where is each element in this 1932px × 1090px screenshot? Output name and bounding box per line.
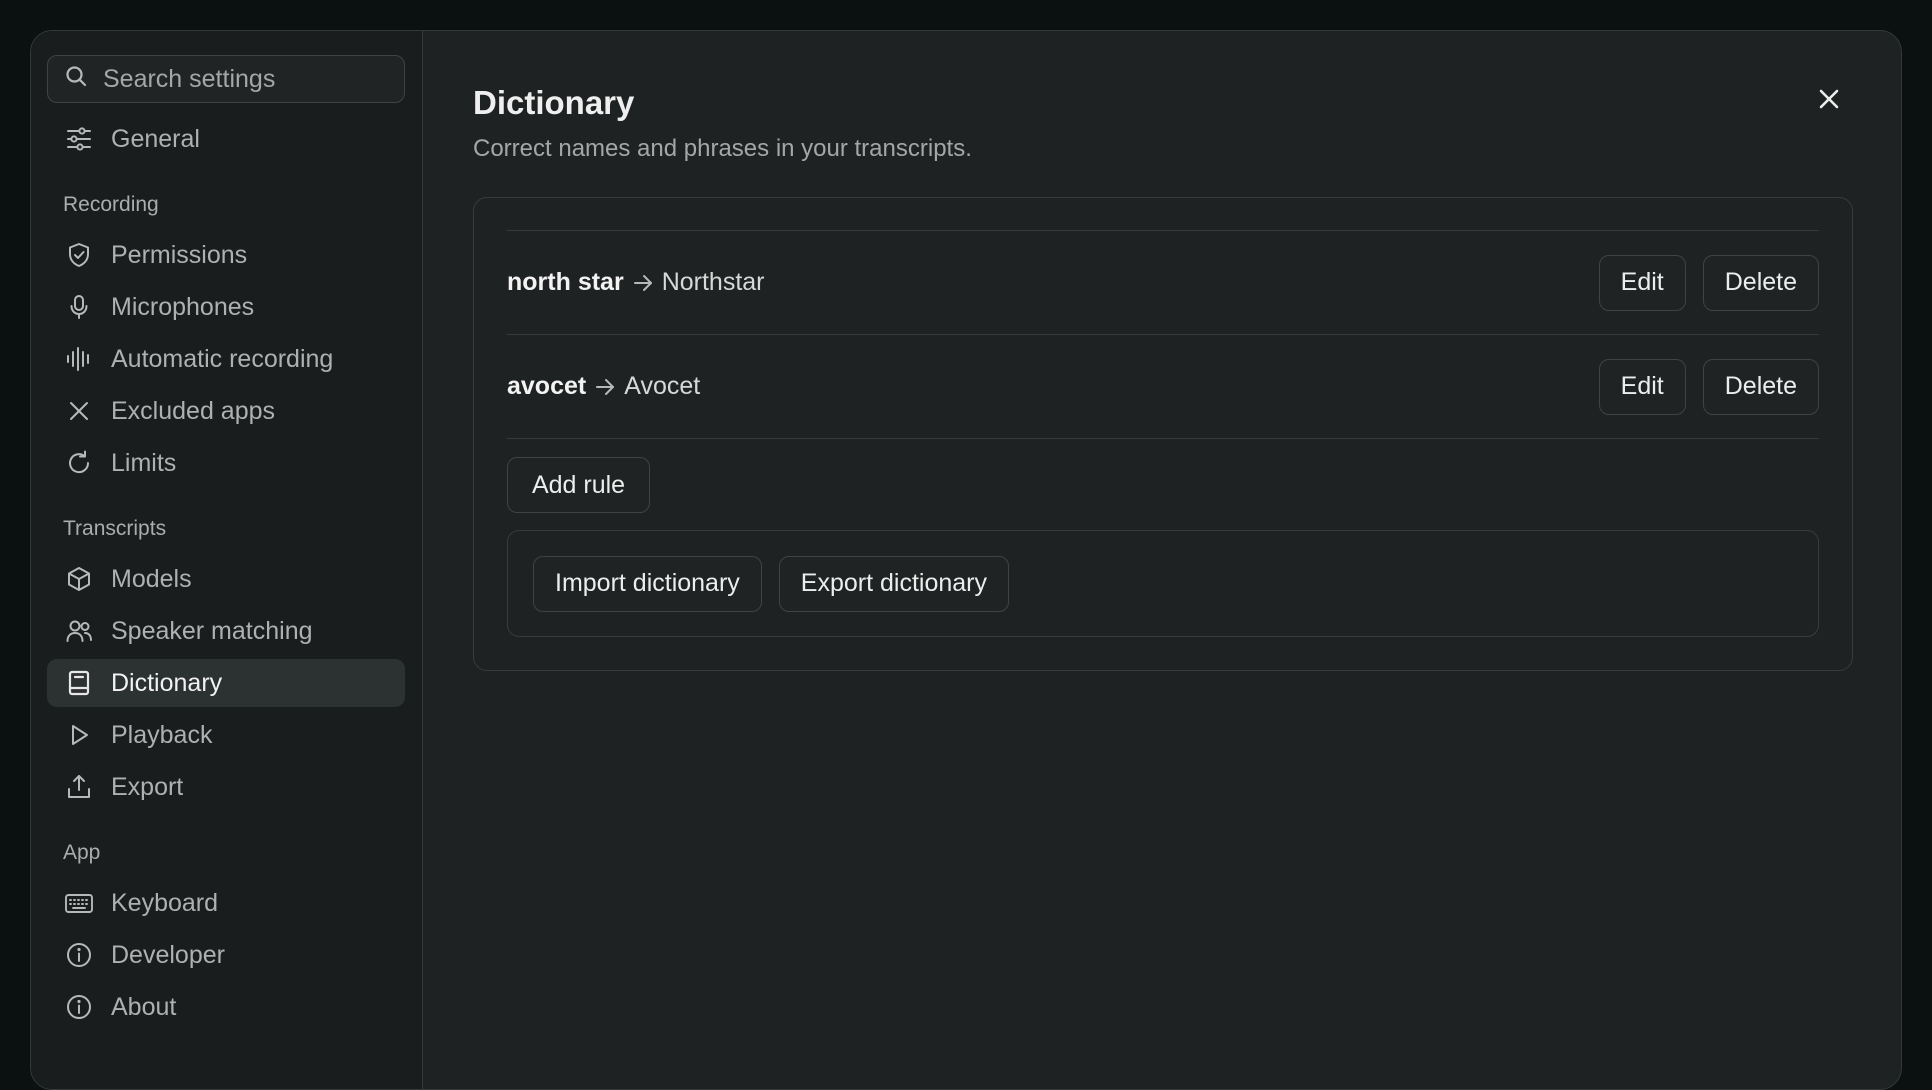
section-label-recording: Recording — [63, 193, 159, 216]
play-icon — [63, 719, 95, 751]
sidebar-item-label: General — [111, 124, 200, 153]
sidebar-item-label: Permissions — [111, 240, 248, 269]
sidebar-item-label: Developer — [111, 940, 225, 969]
rule-row: north star Northstar Edit Delete — [507, 230, 1819, 334]
sidebar-item-playback[interactable]: Playback — [47, 711, 405, 759]
sidebar-item-dictionary[interactable]: Dictionary — [47, 659, 405, 707]
sidebar-item-permissions[interactable]: Permissions — [47, 231, 405, 279]
sidebar-item-general[interactable]: General — [47, 115, 405, 163]
sidebar-item-keyboard[interactable]: Keyboard — [47, 879, 405, 927]
search-input[interactable]: Search settings — [47, 55, 405, 103]
edit-button[interactable]: Edit — [1598, 254, 1686, 311]
arrow-right-icon — [632, 272, 654, 294]
sidebar-item-limits[interactable]: Limits — [47, 439, 405, 487]
close-icon — [1817, 87, 1841, 116]
export-dictionary-button[interactable]: Export dictionary — [778, 555, 1009, 612]
rule-from: avocet — [507, 372, 587, 400]
section-label-app: App — [63, 841, 101, 864]
rule-actions: Edit Delete — [1598, 358, 1819, 415]
rule-text: avocet Avocet — [507, 372, 700, 401]
delete-button[interactable]: Delete — [1702, 254, 1819, 311]
rule-text: north star Northstar — [507, 268, 765, 297]
sidebar-item-label: Models — [111, 564, 192, 593]
sidebar: Search settings General Recording Permis… — [31, 31, 423, 1089]
import-dictionary-button[interactable]: Import dictionary — [533, 555, 762, 612]
sidebar-item-label: Excluded apps — [111, 396, 276, 425]
sliders-icon — [63, 123, 95, 155]
sidebar-item-label: Dictionary — [111, 668, 223, 697]
users-icon — [63, 615, 95, 647]
delete-button[interactable]: Delete — [1702, 358, 1819, 415]
book-icon — [63, 667, 95, 699]
sidebar-item-excluded-apps[interactable]: Excluded apps — [47, 387, 405, 435]
page-title: Dictionary — [473, 84, 635, 121]
arrow-right-icon — [594, 376, 616, 398]
settings-window: Search settings General Recording Permis… — [30, 30, 1902, 1090]
sidebar-item-label: Automatic recording — [111, 344, 334, 373]
shield-check-icon — [63, 239, 95, 271]
microphone-icon — [63, 291, 95, 323]
keyboard-icon — [63, 887, 95, 919]
sidebar-item-label: Keyboard — [111, 888, 219, 917]
waveform-icon — [63, 343, 95, 375]
sidebar-item-label: Speaker matching — [111, 616, 313, 645]
sidebar-item-label: About — [111, 992, 177, 1021]
x-icon — [63, 395, 95, 427]
dictionary-card: north star Northstar Edit Delete avocet — [473, 197, 1853, 671]
sidebar-item-about[interactable]: About — [47, 983, 405, 1031]
rule-actions: Edit Delete — [1598, 254, 1819, 311]
rule-row: avocet Avocet Edit Delete — [507, 334, 1819, 439]
sidebar-item-speaker-matching[interactable]: Speaker matching — [47, 607, 405, 655]
sidebar-item-label: Microphones — [111, 292, 255, 321]
info-icon — [63, 991, 95, 1023]
cube-icon — [63, 563, 95, 595]
rule-to: Avocet — [624, 372, 701, 400]
sidebar-item-developer[interactable]: Developer — [47, 931, 405, 979]
info-icon — [63, 939, 95, 971]
sidebar-item-label: Limits — [111, 448, 177, 477]
sidebar-item-export[interactable]: Export — [47, 763, 405, 811]
search-placeholder: Search settings — [103, 64, 276, 93]
add-rule-button[interactable]: Add rule — [507, 457, 650, 513]
close-button[interactable] — [1807, 79, 1851, 123]
import-export-panel: Import dictionary Export dictionary — [507, 530, 1819, 637]
sidebar-item-models[interactable]: Models — [47, 555, 405, 603]
edit-button[interactable]: Edit — [1598, 358, 1686, 415]
rule-from: north star — [507, 268, 624, 296]
sidebar-item-automatic-recording[interactable]: Automatic recording — [47, 335, 405, 383]
main-panel: Dictionary Correct names and phrases in … — [423, 31, 1901, 1089]
share-icon — [63, 771, 95, 803]
sidebar-item-microphones[interactable]: Microphones — [47, 283, 405, 331]
page-subtitle: Correct names and phrases in your transc… — [473, 135, 972, 162]
rule-to: Northstar — [661, 268, 765, 296]
sidebar-item-label: Playback — [111, 720, 213, 749]
refresh-icon — [63, 447, 95, 479]
search-icon — [64, 64, 103, 95]
section-label-transcripts: Transcripts — [63, 517, 167, 540]
sidebar-item-label: Export — [111, 772, 184, 801]
